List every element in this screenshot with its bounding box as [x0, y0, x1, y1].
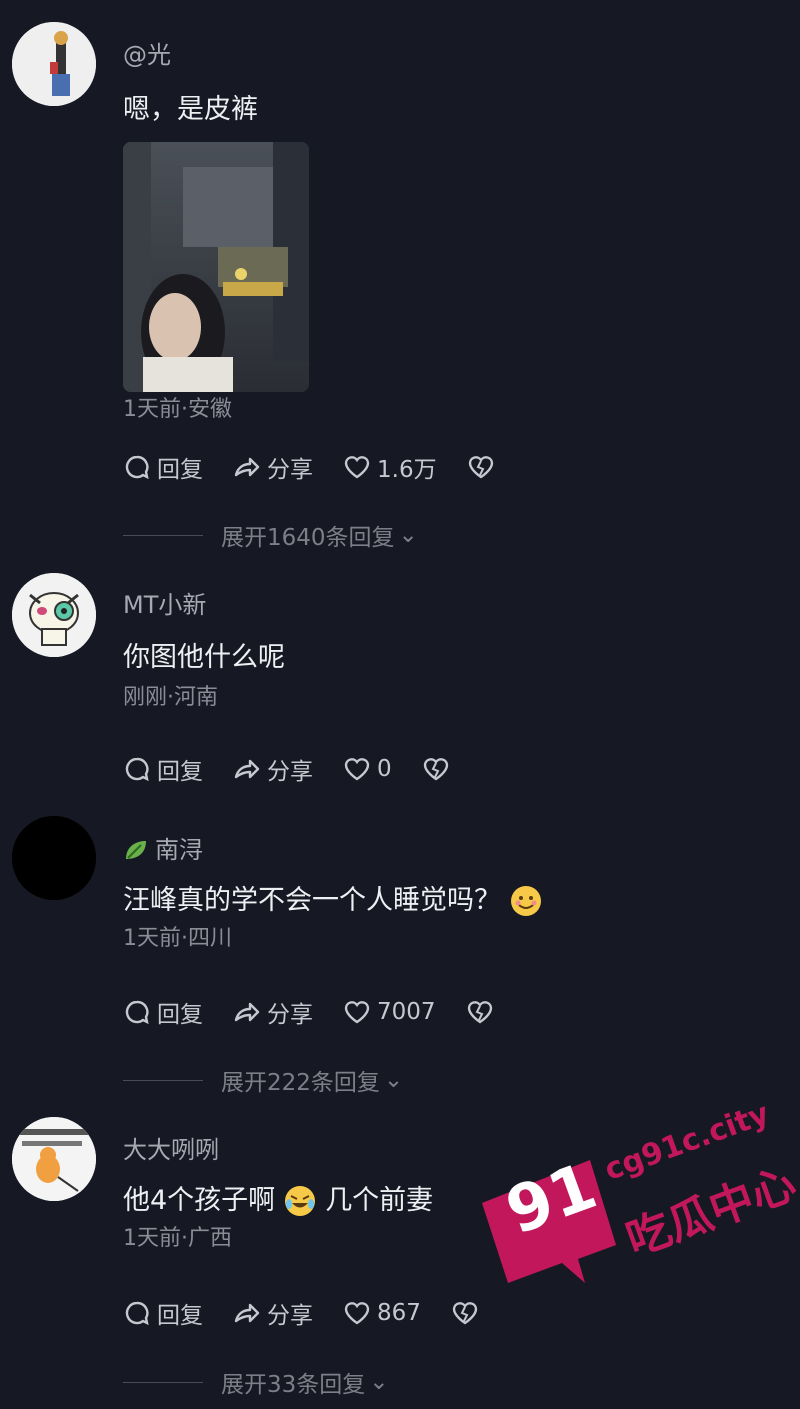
- expand-replies[interactable]: 展开1640条回复 ⌄: [123, 518, 418, 552]
- share-icon: [234, 1303, 260, 1323]
- heart-icon: [344, 1001, 370, 1024]
- broken-heart-icon: [423, 758, 448, 781]
- username[interactable]: @光: [123, 40, 780, 70]
- share-label: 分享: [267, 1303, 313, 1329]
- dislike-button[interactable]: [467, 453, 495, 481]
- username: 南浔: [155, 836, 203, 864]
- dislike-button[interactable]: [451, 1299, 479, 1327]
- share-button[interactable]: 分享: [233, 995, 313, 1029]
- reply-label: 回复: [157, 457, 203, 483]
- reply-icon: [125, 1000, 149, 1025]
- reply-button[interactable]: 回复: [123, 450, 203, 484]
- avatar[interactable]: [12, 22, 96, 106]
- share-button[interactable]: 分享: [233, 1296, 313, 1330]
- dislike-button[interactable]: [422, 755, 450, 783]
- share-button[interactable]: 分享: [233, 450, 313, 484]
- avatar[interactable]: [12, 573, 96, 657]
- avatar[interactable]: [12, 1117, 96, 1201]
- share-icon: [234, 457, 260, 477]
- share-icon: [234, 1002, 260, 1022]
- smiling-face-icon: [509, 884, 543, 918]
- like-count: 0: [377, 756, 392, 782]
- expand-replies[interactable]: 展开33条回复 ⌄: [123, 1365, 389, 1399]
- like-button[interactable]: 1.6万: [343, 450, 437, 484]
- cat-meme-avatar: [12, 1117, 96, 1201]
- reply-label: 回复: [157, 759, 203, 785]
- black-avatar: [12, 816, 96, 900]
- heart-icon: [344, 758, 370, 781]
- username[interactable]: MT小新: [123, 590, 780, 620]
- comment-image[interactable]: [123, 142, 309, 392]
- share-button[interactable]: 分享: [233, 752, 313, 786]
- share-label: 分享: [267, 1002, 313, 1028]
- share-label: 分享: [267, 457, 313, 483]
- like-button[interactable]: 0: [343, 755, 392, 783]
- expand-label: 展开33条回复: [221, 1372, 366, 1398]
- like-count: 867: [377, 1300, 421, 1326]
- comment-text: 嗯，是皮裤: [123, 94, 258, 125]
- username-row[interactable]: 南浔: [123, 835, 780, 865]
- avatar[interactable]: [12, 816, 96, 900]
- like-count: 1.6万: [377, 457, 437, 483]
- share-label: 分享: [267, 759, 313, 785]
- cartoon-dog-avatar: [12, 573, 96, 657]
- chevron-down-icon: ⌄: [383, 1067, 404, 1093]
- reply-label: 回复: [157, 1002, 203, 1028]
- broken-heart-icon: [467, 1001, 492, 1024]
- expand-label: 展开1640条回复: [221, 525, 395, 551]
- comment-text: 你图他什么呢: [123, 642, 285, 673]
- avatar-image: [12, 22, 96, 106]
- heart-icon: [344, 456, 370, 479]
- comment-meta: 刚刚·河南: [123, 685, 218, 710]
- rolling-laughing-icon: [283, 1184, 317, 1218]
- leaf-icon: [123, 837, 149, 863]
- chevron-down-icon: ⌄: [369, 1369, 389, 1395]
- comment-meta: 1天前·四川: [123, 926, 232, 951]
- dislike-button[interactable]: [466, 998, 494, 1026]
- reply-icon: [125, 757, 149, 782]
- expand-label: 展开222条回复: [221, 1070, 380, 1096]
- heart-icon: [344, 1302, 370, 1325]
- comment-text-continued: 几个前妻: [325, 1185, 434, 1216]
- comment-text-row: 汪峰真的学不会一个人睡觉吗？: [123, 883, 780, 919]
- share-icon: [234, 759, 260, 779]
- reply-icon: [125, 1301, 149, 1326]
- divider: [123, 1079, 203, 1081]
- like-button[interactable]: 867: [343, 1299, 421, 1327]
- comment-meta: 1天前·安徽: [123, 397, 232, 422]
- comment-text: 汪峰真的学不会一个人睡觉吗？: [123, 885, 501, 916]
- reply-button[interactable]: 回复: [123, 995, 203, 1029]
- reply-button[interactable]: 回复: [123, 752, 203, 786]
- reply-label: 回复: [157, 1303, 203, 1329]
- broken-heart-icon: [452, 1302, 478, 1325]
- like-button[interactable]: 7007: [343, 998, 436, 1026]
- divider: [123, 534, 203, 536]
- broken-heart-icon: [468, 456, 493, 479]
- reply-icon: [125, 455, 149, 480]
- reply-button[interactable]: 回复: [123, 1296, 203, 1330]
- chevron-down-icon: ⌄: [398, 522, 418, 548]
- comment-text: 他4个孩子啊: [123, 1185, 276, 1216]
- divider: [123, 1381, 203, 1383]
- like-count: 7007: [377, 999, 436, 1025]
- photo-woman-night-city: [123, 142, 309, 392]
- expand-replies[interactable]: 展开222条回复 ⌄: [123, 1063, 403, 1097]
